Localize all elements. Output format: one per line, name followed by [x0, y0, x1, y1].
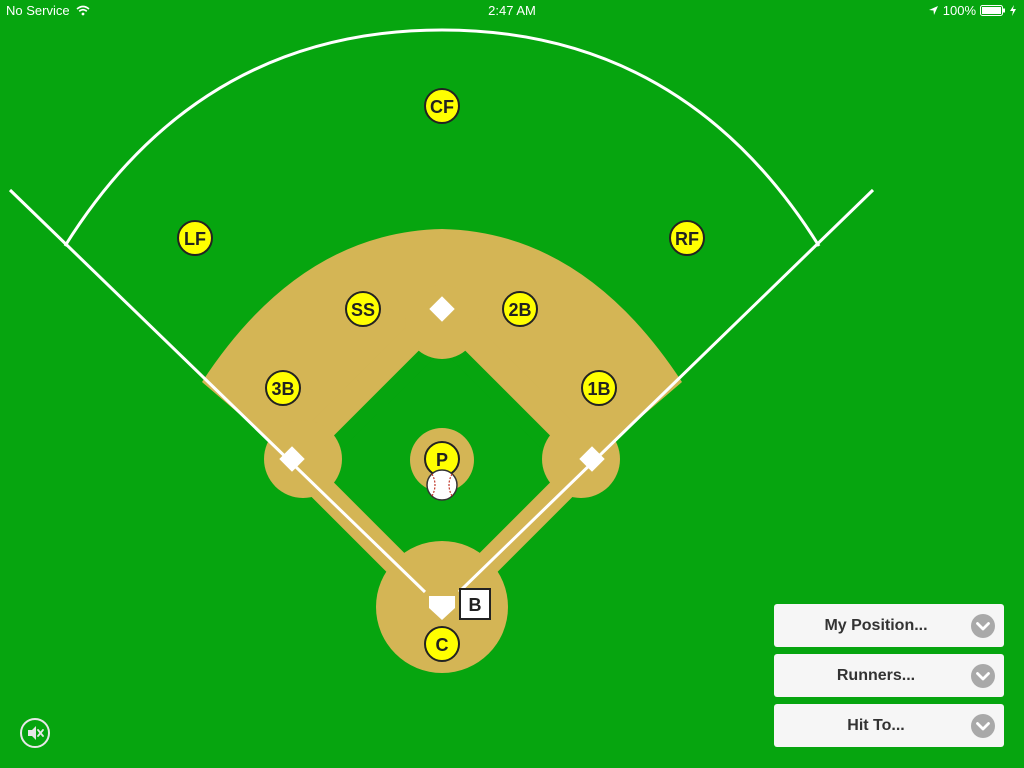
player-c[interactable]: C: [424, 626, 460, 662]
mute-button[interactable]: [20, 718, 50, 748]
player-label: SS: [351, 300, 375, 320]
chevron-down-icon: [971, 714, 995, 738]
player-ss[interactable]: SS: [345, 291, 381, 327]
baseball-icon[interactable]: [426, 469, 458, 501]
player-label: 1B: [587, 379, 610, 399]
my-position-label: My Position...: [824, 617, 928, 634]
chevron-down-icon: [971, 614, 995, 638]
player-label: CF: [430, 97, 454, 117]
batter-label: B: [469, 595, 482, 615]
player-3b[interactable]: 3B: [265, 370, 301, 406]
baseball-field: B CF LF RF SS 2B 3B 1B P C: [8, 28, 875, 673]
batter-marker[interactable]: B: [459, 588, 491, 620]
runners-dropdown[interactable]: Runners...: [774, 654, 1004, 697]
second-base-cutout: [405, 285, 479, 359]
chevron-down-icon: [971, 664, 995, 688]
outfield-fence: [63, 28, 821, 247]
hit-to-dropdown[interactable]: Hit To...: [774, 704, 1004, 747]
player-label: C: [436, 635, 449, 655]
hit-to-label: Hit To...: [847, 717, 905, 734]
player-label: 3B: [271, 379, 294, 399]
my-position-dropdown[interactable]: My Position...: [774, 604, 1004, 647]
player-label: 2B: [508, 300, 531, 320]
player-rf[interactable]: RF: [669, 220, 705, 256]
player-lf[interactable]: LF: [177, 220, 213, 256]
speaker-muted-icon: [28, 726, 44, 740]
player-label: LF: [184, 229, 206, 249]
player-label: P: [436, 450, 448, 470]
player-label: RF: [675, 229, 699, 249]
player-2b[interactable]: 2B: [502, 291, 538, 327]
runners-label: Runners...: [836, 667, 916, 684]
player-cf[interactable]: CF: [424, 88, 460, 124]
player-1b[interactable]: 1B: [581, 370, 617, 406]
